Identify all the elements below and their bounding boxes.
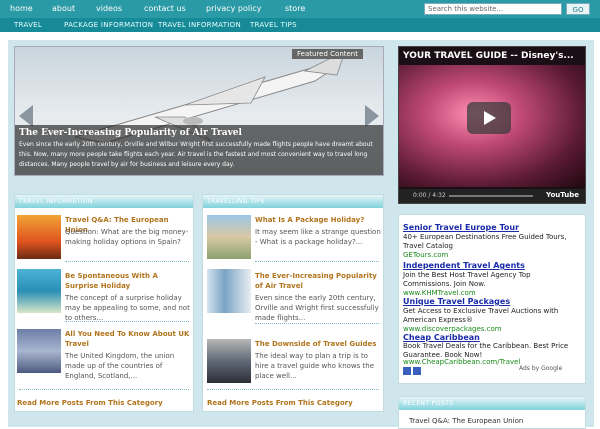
post-title[interactable]: What Is A Package Holiday? [255, 215, 381, 225]
divider [255, 323, 379, 324]
read-more-link[interactable]: Read More Posts From This Category [17, 399, 163, 407]
search-input[interactable]: Search this website... [424, 3, 562, 15]
featured-content-tag: Featured Content [292, 49, 363, 59]
divider [19, 389, 189, 390]
video-title: YOUR TRAVEL GUIDE -- Disney's... [403, 51, 574, 61]
play-icon[interactable] [467, 102, 511, 134]
featured-slider[interactable]: Featured Content The Ever-Increasing Pop… [14, 46, 384, 176]
category-nav: TRAVEL PACKAGE INFORMATION TRAVEL INFORM… [0, 18, 600, 32]
divider [65, 261, 189, 262]
cat-travel-information[interactable]: TRAVEL INFORMATION [158, 21, 241, 29]
ads-box: Senior Travel Europe Tour 40+ European D… [398, 214, 586, 384]
box-header: TRAVELLING TIPS [203, 195, 383, 208]
featured-text: Even since the early 20th century, Orvil… [19, 141, 373, 168]
cat-travel-tips[interactable]: TRAVEL TIPS [250, 21, 297, 29]
cat-travel[interactable]: TRAVEL [14, 21, 42, 29]
ad-title[interactable]: Senior Travel Europe Tour [403, 223, 519, 232]
nav-privacy[interactable]: privacy policy [206, 4, 261, 13]
ad-next-icon[interactable] [413, 367, 421, 375]
post-thumbnail-street[interactable] [207, 339, 251, 383]
travel-information-box: TRAVEL INFORMATION Travel Q&A: The Europ… [14, 194, 194, 412]
post-title[interactable]: The Ever-Increasing Popularity of Air Tr… [255, 271, 381, 291]
post-thumbnail-plane[interactable] [17, 329, 61, 373]
nav-home[interactable]: home [10, 4, 33, 13]
cat-package-information[interactable]: PACKAGE INFORMATION [64, 21, 153, 29]
slider-next-icon[interactable] [365, 105, 379, 127]
post-title[interactable]: Be Spontaneous With A Surprise Holiday [65, 271, 191, 291]
ad-url[interactable]: www.discoverpackages.com [403, 325, 502, 333]
post-thumbnail-coast[interactable] [17, 269, 61, 313]
post-excerpt: The concept of a surprise holiday may be… [65, 294, 190, 322]
ads-by-google[interactable]: Ads by Google [519, 365, 562, 372]
box-title: TRAVELLING TIPS [207, 198, 265, 205]
video-controls: 0:00 / 4:32 YouTube [399, 189, 585, 203]
post-excerpt: Even since the early 20th century, Orvil… [255, 294, 379, 322]
post-title[interactable]: The Downside of Travel Guides [255, 339, 381, 349]
recent-posts-box: RECENT POSTS Travel Q&A: The European Un… [398, 396, 586, 429]
post-thumbnail-parasail[interactable] [17, 215, 61, 259]
youtube-logo[interactable]: YouTube [546, 191, 579, 199]
box-title: TRAVEL INFORMATION [19, 198, 93, 205]
video-player[interactable]: YOUR TRAVEL GUIDE -- Disney's... 0:00 / … [398, 46, 586, 204]
post-excerpt: Question: What are the big money-making … [65, 228, 189, 246]
travelling-tips-box: TRAVELLING TIPS What Is A Package Holida… [202, 194, 384, 412]
featured-caption: The Ever-Increasing Popularity of Air Tr… [15, 125, 383, 175]
post-excerpt: It may seem like a strange question - Wh… [255, 228, 381, 246]
video-seekbar[interactable] [449, 195, 533, 197]
recent-post-link[interactable]: Travel Q&A: The European Union [409, 417, 523, 425]
box-title: RECENT POSTS [403, 400, 454, 407]
ad-prev-icon[interactable] [403, 367, 411, 375]
post-thumbnail-city[interactable] [207, 215, 251, 259]
ad-text: Join the Best Host Travel Agency Top Com… [403, 271, 531, 288]
nav-contact[interactable]: contact us [144, 4, 186, 13]
divider [255, 261, 379, 262]
search-go-button[interactable]: GO [566, 3, 590, 15]
ad-title[interactable]: Unique Travel Packages [403, 297, 510, 306]
ad-url[interactable]: GETours.com [403, 251, 448, 259]
box-header: RECENT POSTS [399, 397, 585, 410]
ad-title[interactable]: Independent Travel Agents [403, 261, 525, 270]
post-thumbnail-collage[interactable] [207, 269, 251, 313]
post-excerpt: The ideal way to plan a trip is to hire … [255, 352, 375, 380]
divider [207, 389, 379, 390]
post-excerpt: The United Kingdom, the union made up of… [65, 352, 175, 380]
ad-text: 40+ European Destinations Free Guided To… [403, 233, 567, 250]
featured-title[interactable]: The Ever-Increasing Popularity of Air Tr… [19, 128, 242, 138]
read-more-link[interactable]: Read More Posts From This Category [207, 399, 353, 407]
ad-title[interactable]: Cheap Caribbean [403, 333, 480, 342]
divider [65, 321, 189, 322]
nav-videos[interactable]: videos [96, 4, 122, 13]
box-header: TRAVEL INFORMATION [15, 195, 193, 208]
nav-store[interactable]: store [285, 4, 305, 13]
nav-about[interactable]: about [52, 4, 75, 13]
ad-url[interactable]: www.CheapCaribbean.com/Travel [403, 358, 520, 366]
ad-text: Get Access to Exclusive Travel Auctions … [403, 307, 559, 324]
slider-prev-icon[interactable] [19, 105, 33, 127]
ad-url[interactable]: www.KHMTravel.com [403, 289, 476, 297]
post-title[interactable]: All You Need To Know About UK Travel [65, 329, 191, 349]
video-time: 0:00 / 4:32 [413, 192, 446, 199]
top-nav: home about videos contact us privacy pol… [0, 0, 600, 18]
